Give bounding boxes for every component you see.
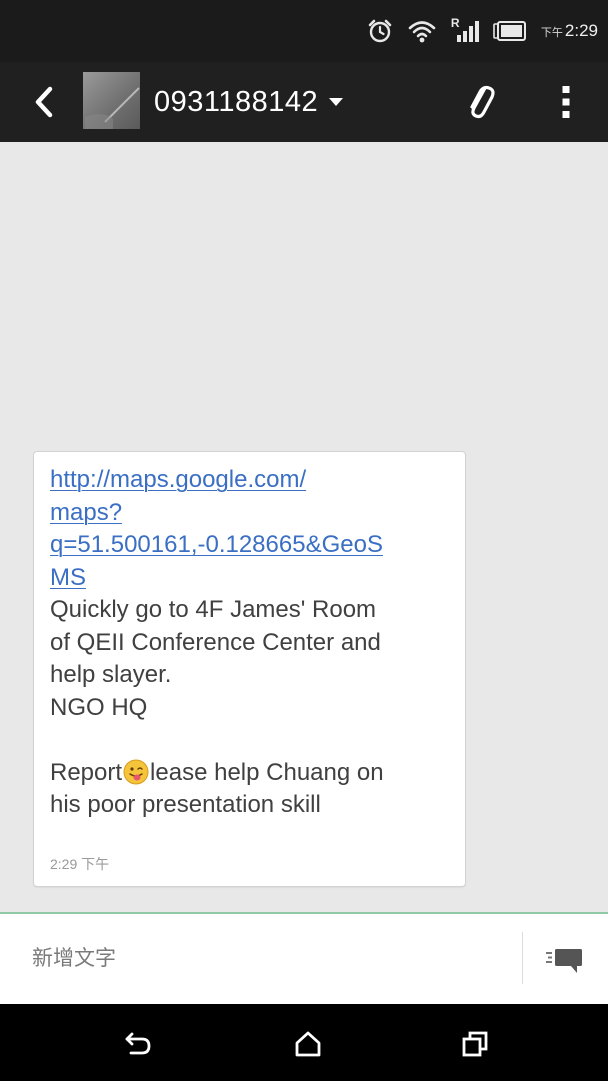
report-suffix: lease help Chuang on bbox=[150, 758, 384, 786]
report-line-2: his poor presentation skill bbox=[50, 791, 321, 818]
back-nav-icon bbox=[125, 1032, 151, 1055]
avatar-placeholder-icon bbox=[85, 87, 140, 129]
conversation-area[interactable]: http://maps.google.com/ maps? q=51.50016… bbox=[0, 142, 608, 912]
contact-avatar[interactable] bbox=[83, 72, 140, 129]
send-button[interactable] bbox=[530, 932, 600, 988]
message-timestamp: 2:29 下午 bbox=[50, 856, 110, 872]
battery-icon bbox=[493, 20, 527, 42]
compose-divider bbox=[522, 932, 523, 984]
link-line: q=51.500161,-0.128665&GeoS bbox=[50, 531, 383, 558]
compose-bar bbox=[0, 912, 608, 1004]
report-prefix: Report bbox=[50, 758, 123, 786]
overflow-menu-button[interactable] bbox=[548, 80, 584, 124]
link-line: maps? bbox=[50, 498, 123, 526]
attach-button[interactable] bbox=[458, 80, 502, 124]
message-bubble[interactable]: http://maps.google.com/ maps? q=51.50016… bbox=[33, 451, 466, 887]
body-line: Quickly go to 4F James' Room bbox=[50, 596, 377, 623]
more-vert-icon bbox=[562, 86, 570, 118]
status-ampm: 下午 bbox=[540, 27, 563, 39]
nav-recents-button[interactable] bbox=[451, 1022, 499, 1066]
status-time-value: 2:29 bbox=[564, 21, 598, 40]
message-text: http://maps.google.com/ maps? q=51.50016… bbox=[50, 464, 449, 822]
status-bar: R 下午 2:29 bbox=[0, 0, 608, 62]
link-line: http://maps.google.com/ bbox=[50, 466, 307, 493]
maps-link[interactable]: http://maps.google.com/ maps? q=51.50016… bbox=[50, 466, 383, 591]
back-chevron-icon bbox=[35, 86, 53, 118]
roaming-label: R bbox=[450, 16, 460, 30]
back-button[interactable] bbox=[28, 84, 60, 120]
caret-down-icon bbox=[329, 98, 344, 106]
compose-text-input[interactable] bbox=[6, 918, 516, 998]
contact-number: 0931188142 bbox=[154, 85, 319, 118]
nav-home-button[interactable] bbox=[284, 1022, 332, 1066]
wifi-icon bbox=[407, 18, 437, 44]
tongue-out-emoji-icon bbox=[123, 759, 149, 784]
paperclip-icon bbox=[470, 85, 495, 119]
messaging-screen: R 下午 2:29 0931188142 http://maps.google.… bbox=[0, 0, 608, 1081]
link-line: MS bbox=[50, 563, 86, 591]
recents-icon bbox=[462, 1031, 488, 1057]
send-message-icon bbox=[546, 949, 582, 973]
home-icon bbox=[295, 1031, 321, 1057]
body-line: of QEII Conference Center and bbox=[50, 628, 381, 656]
body-line: NGO HQ bbox=[50, 693, 148, 721]
roaming-signal-icon: R bbox=[450, 16, 479, 44]
status-icons: R 下午 2:29 bbox=[367, 16, 598, 46]
contact-title[interactable]: 0931188142 bbox=[154, 84, 344, 120]
navigation-bar bbox=[0, 1004, 608, 1081]
app-bar: 0931188142 bbox=[0, 62, 608, 143]
nav-back-button[interactable] bbox=[114, 1022, 162, 1066]
alarm-icon bbox=[367, 18, 393, 44]
body-line: help slayer. bbox=[50, 661, 172, 688]
status-clock: 下午 2:29 bbox=[541, 21, 598, 41]
